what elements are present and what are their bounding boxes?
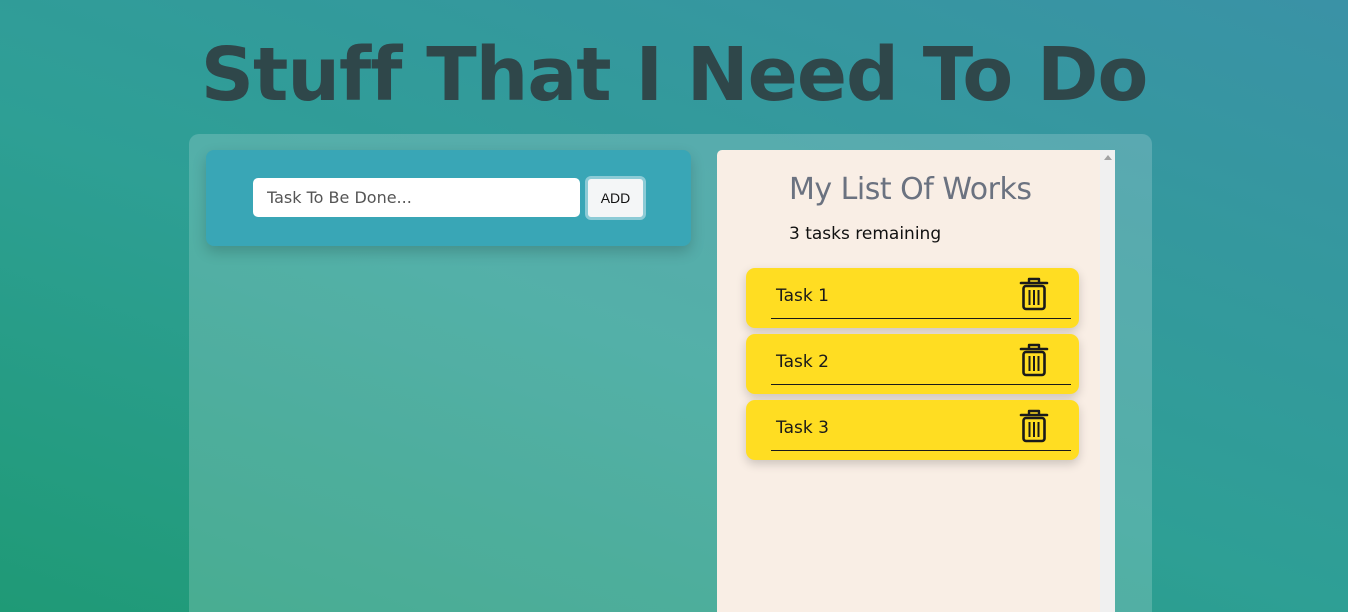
task-input[interactable] (253, 178, 580, 217)
task-item[interactable]: Task 2 (746, 334, 1079, 394)
trash-icon[interactable] (1018, 409, 1050, 443)
task-label: Task 3 (776, 418, 829, 438)
scroll-up-arrow-icon[interactable] (1104, 155, 1112, 160)
task-divider (771, 318, 1071, 319)
list-title: My List Of Works (789, 172, 1032, 207)
tasks-remaining-count: 3 tasks remaining (789, 224, 942, 244)
scrollbar[interactable] (1100, 150, 1115, 612)
task-list: Task 1 Task 2 Task 3 (746, 268, 1079, 466)
trash-icon[interactable] (1018, 343, 1050, 377)
add-button[interactable]: ADD (585, 176, 646, 220)
task-item[interactable]: Task 3 (746, 400, 1079, 460)
page-title: Stuff That I Need To Do (200, 32, 1149, 118)
task-list-panel: My List Of Works 3 tasks remaining Task … (717, 150, 1115, 612)
task-divider (771, 384, 1071, 385)
task-divider (771, 450, 1071, 451)
trash-icon[interactable] (1018, 277, 1050, 311)
task-item[interactable]: Task 1 (746, 268, 1079, 328)
add-task-card: ADD (206, 150, 691, 246)
task-label: Task 1 (776, 286, 829, 306)
task-label: Task 2 (776, 352, 829, 372)
